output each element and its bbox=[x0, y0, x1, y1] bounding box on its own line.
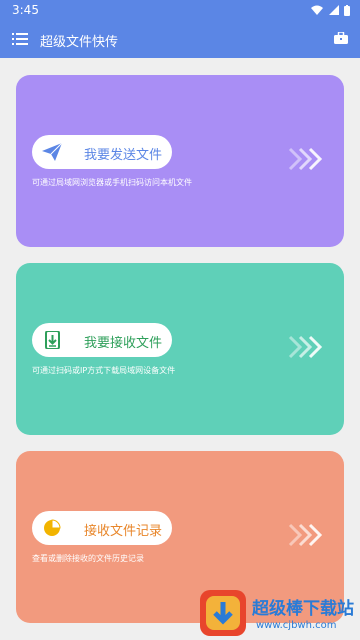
status-icons bbox=[311, 3, 350, 16]
watermark-title: 超级棒下载站 bbox=[252, 599, 354, 619]
chevrons-right-icon bbox=[288, 335, 323, 359]
send-files-button[interactable]: 我要发送文件 bbox=[32, 135, 172, 169]
menu-icon[interactable] bbox=[12, 32, 28, 46]
receive-files-button[interactable]: 我要接收文件 bbox=[32, 323, 172, 357]
receive-history-button[interactable]: 接收文件记录 bbox=[32, 511, 172, 545]
receive-files-card[interactable]: 我要接收文件 可通过扫码或IP方式下载局域网设备文件 bbox=[16, 263, 344, 435]
receive-history-desc: 查看或删除接收的文件历史记录 bbox=[32, 554, 144, 563]
send-files-card[interactable]: 我要发送文件 可通过局域网浏览器或手机扫码访问本机文件 bbox=[16, 75, 344, 247]
watermark-url: www.cjbwh.com bbox=[256, 620, 337, 631]
receive-history-label: 接收文件记录 bbox=[84, 524, 163, 539]
chevrons-right-icon bbox=[288, 523, 323, 547]
status-bar: 3:45 bbox=[0, 0, 360, 20]
toolbox-icon[interactable] bbox=[334, 32, 348, 44]
download-arrow-icon bbox=[206, 596, 240, 630]
app-title: 超级文件快传 bbox=[40, 35, 119, 50]
battery-icon bbox=[344, 4, 350, 16]
receive-files-desc: 可通过扫码或IP方式下载局域网设备文件 bbox=[32, 366, 176, 375]
send-files-label: 我要发送文件 bbox=[84, 148, 163, 163]
app-header: 3:45 超级文件快传 bbox=[0, 0, 360, 58]
watermark: 超级棒下载站 www.cjbwh.com bbox=[200, 586, 360, 636]
send-files-desc: 可通过局域网浏览器或手机扫码访问本机文件 bbox=[32, 178, 192, 187]
status-time: 3:45 bbox=[12, 3, 39, 17]
paper-plane-icon bbox=[42, 143, 62, 161]
signal-icon bbox=[328, 5, 339, 15]
download-file-icon bbox=[45, 331, 60, 349]
receive-files-label: 我要接收文件 bbox=[84, 336, 163, 351]
wifi-icon bbox=[311, 5, 323, 15]
pie-chart-icon bbox=[44, 519, 61, 536]
watermark-logo bbox=[200, 590, 246, 636]
chevrons-right-icon bbox=[288, 147, 323, 171]
